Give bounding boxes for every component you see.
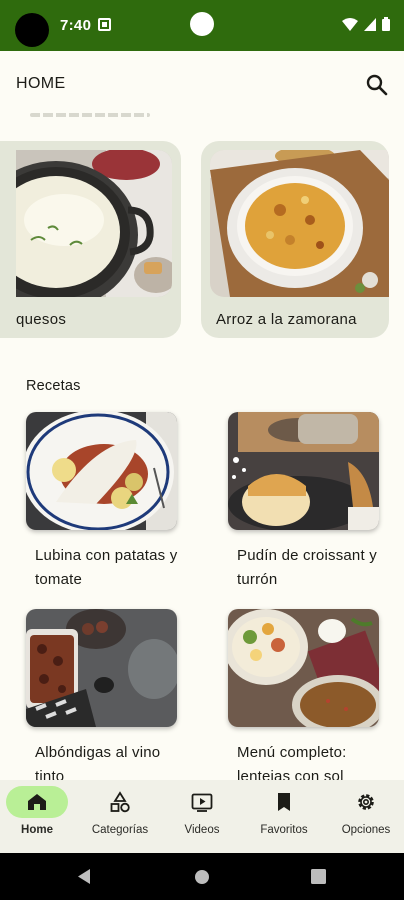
recipe-label: Lubina con patatas y tomate: [35, 547, 178, 588]
faded-text-remnant: [30, 113, 150, 117]
recipe-card[interactable]: Menú completo: lentejas con sol: [228, 609, 379, 787]
recipe-label: Pudín de croissant y turrón: [237, 547, 377, 588]
recipe-card[interactable]: Albóndigas al vino tinto: [26, 609, 177, 787]
nav-label: Categorías: [91, 824, 149, 836]
featured-image: [210, 150, 389, 297]
notification-icon: [98, 18, 111, 31]
nav-home[interactable]: Home: [0, 780, 77, 853]
nav-favoritos[interactable]: Favoritos: [244, 780, 324, 853]
back-icon[interactable]: [76, 868, 92, 885]
nav-label: Opciones: [341, 824, 391, 836]
system-navigation-bar: [0, 853, 404, 900]
recipe-image: [26, 412, 177, 530]
recipe-image: [228, 412, 379, 530]
nav-label: Home: [21, 824, 53, 836]
battery-icon: [382, 17, 390, 31]
status-bar: 7:40: [0, 0, 404, 51]
page-title: HOME: [16, 75, 66, 92]
app-bar: HOME: [0, 51, 404, 115]
nav-label: Favoritos: [260, 824, 308, 836]
featured-image: [16, 150, 172, 297]
featured-card-quesos[interactable]: quesos: [0, 141, 181, 338]
status-dot: [190, 12, 214, 36]
recents-icon[interactable]: [311, 869, 326, 884]
system-icons: [342, 17, 390, 31]
nav-categorias[interactable]: Categorías: [80, 780, 160, 853]
featured-label: Arroz a la zamorana: [216, 311, 357, 328]
categories-icon: [110, 791, 130, 813]
camera-cutout: [15, 13, 49, 47]
home-circle-icon[interactable]: [194, 869, 210, 885]
bookmark-icon: [278, 793, 290, 811]
status-time: 7:40: [60, 17, 92, 34]
nav-opciones[interactable]: Opciones: [326, 780, 404, 853]
section-title-recetas: Recetas: [26, 378, 81, 394]
featured-label: quesos: [16, 311, 67, 328]
home-icon: [28, 794, 46, 810]
video-icon: [191, 793, 213, 812]
search-icon[interactable]: [364, 72, 390, 98]
recipe-image: [228, 609, 379, 727]
gear-icon: [358, 794, 374, 810]
featured-card-arroz[interactable]: Arroz a la zamorana: [201, 141, 389, 338]
recipe-card[interactable]: Pudín de croissant y turrón: [228, 412, 379, 592]
nav-label: Videos: [184, 824, 220, 836]
bottom-navigation: Home Categorías Videos Favoritos Opcione…: [0, 780, 404, 853]
wifi-icon: [342, 17, 358, 31]
nav-videos[interactable]: Videos: [162, 780, 242, 853]
recipe-card[interactable]: Lubina con patatas y tomate: [26, 412, 177, 592]
signal-icon: [364, 17, 376, 31]
recipe-image: [26, 609, 177, 727]
